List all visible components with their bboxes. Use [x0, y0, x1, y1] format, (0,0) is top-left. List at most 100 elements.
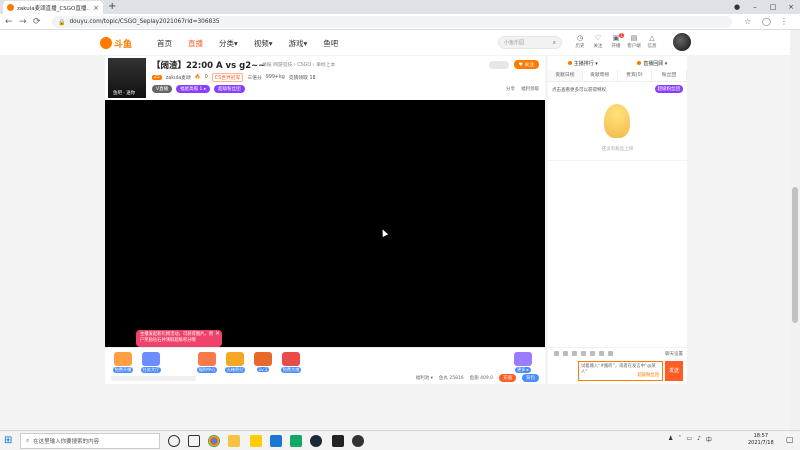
app-icon[interactable]	[250, 435, 262, 447]
rank-badge[interactable]: CS世界冠军	[211, 73, 244, 82]
ime-icon[interactable]: 中	[706, 435, 712, 444]
app-icon[interactable]	[332, 435, 344, 447]
message-icon[interactable]	[563, 351, 568, 356]
anchor-avatar[interactable]: 鱼吧 · 送你	[108, 58, 146, 98]
follow-list-button[interactable]: ♡ 关注	[591, 34, 605, 49]
fans-icon[interactable]	[590, 351, 595, 356]
image-icon[interactable]	[581, 351, 586, 356]
obs-icon[interactable]	[352, 435, 364, 447]
app-icon[interactable]	[270, 435, 282, 447]
welfare-pool[interactable]: 福利池 ▾	[416, 375, 433, 381]
emoji-icon[interactable]	[554, 351, 559, 356]
popup-close-icon[interactable]: ×	[215, 331, 220, 337]
forward-button[interactable]: →	[19, 16, 27, 28]
gift-item[interactable]: 更多 ▸	[509, 352, 537, 373]
chat-settings[interactable]: 聊天设置	[665, 351, 687, 357]
notify-toggle[interactable]	[488, 60, 509, 69]
backpack-button[interactable]: 背包	[522, 373, 539, 382]
welfare-link[interactable]: 福利领取	[521, 86, 539, 92]
url-text[interactable]: douyu.com/topic/CSGO_Seplay2021067rid=30…	[69, 19, 219, 25]
badge-icon[interactable]	[599, 351, 604, 356]
chat-input[interactable]: 试着输入“#搬砖”，或者在发言中“@某人” 超级粉丝团	[578, 361, 663, 381]
bookmark-star-icon[interactable]: ☆	[744, 16, 751, 28]
lucky-pill[interactable]: 福星高照 1 ▸	[176, 85, 211, 93]
v-live-pill[interactable]: V直播	[152, 85, 173, 93]
reload-button[interactable]: ⟳	[33, 16, 41, 28]
clock-time: 18:57	[753, 433, 769, 439]
anchor-rank-dropdown[interactable]: 主播排行 ▾	[567, 60, 598, 67]
gift-item[interactable]: 天梯积分	[221, 352, 249, 373]
taskbar-search[interactable]: ⌕ 在这里输入你要搜索的内容	[20, 433, 160, 449]
nav-home[interactable]: 首页	[157, 38, 172, 49]
douyu-logo[interactable]: 斗鱼	[100, 36, 132, 50]
gift-item[interactable]: 任务大厅	[137, 352, 165, 373]
tab-daily-rank[interactable]: 贡献日榜	[548, 70, 583, 81]
nav-video[interactable]: 视频▾	[254, 38, 273, 49]
profile-icon[interactable]: ◯	[762, 16, 771, 28]
maximize-button[interactable]: □	[764, 0, 782, 14]
more-icon[interactable]	[608, 351, 613, 356]
page-scrollbar[interactable]	[790, 30, 800, 430]
wechat-icon[interactable]	[290, 435, 302, 447]
minimize-button[interactable]: –	[746, 0, 764, 14]
volume-icon[interactable]: ♪	[697, 435, 701, 444]
up-arrow-icon[interactable]: ˄	[678, 435, 681, 444]
address-bar[interactable]: 🔒 douyu.com/topic/CSGO_Seplay2021067rid=…	[52, 16, 732, 28]
history-button[interactable]: ◷ 历史	[573, 34, 587, 49]
super-fans-pill[interactable]: 超级粉丝团	[214, 85, 245, 93]
live-review-dropdown[interactable]: 直播回顾 ▾	[637, 60, 667, 67]
activity-popup[interactable]: 主播发起新礼物活动，可获得图片。用户奖励钻石并领取超级积分哦 ×	[136, 330, 222, 347]
tab-weekly-rank[interactable]: 贡献周榜	[583, 70, 618, 81]
gift-item[interactable]: 福利中心	[193, 352, 221, 373]
send-button[interactable]: 发送	[665, 361, 683, 381]
scrollbar-thumb[interactable]	[792, 187, 798, 323]
gift-icon	[282, 352, 300, 366]
windows-start-icon[interactable]: ⊞	[4, 435, 12, 447]
search-icon[interactable]: ⌕	[553, 39, 556, 47]
messages-button[interactable]: △ 信息	[645, 34, 659, 49]
gift-item[interactable]: 免费大炮	[277, 352, 305, 373]
super-fans-button[interactable]: 超级粉丝团	[654, 85, 683, 93]
tab-close-icon[interactable]: ×	[93, 4, 99, 12]
taskbar-clock[interactable]: 18:57 2021/7/18	[748, 433, 774, 447]
chat-super-fans-link[interactable]: 超级粉丝团	[638, 373, 659, 379]
nav-category[interactable]: 分类▾	[219, 38, 238, 49]
browser-menu-icon[interactable]: ⋮	[780, 16, 788, 28]
chat-list[interactable]	[548, 161, 687, 347]
stat-quiz[interactable]: 竞猜领取 18	[289, 74, 316, 81]
cortana-icon[interactable]	[168, 435, 180, 447]
file-explorer-icon[interactable]	[228, 435, 240, 447]
recharge-button[interactable]: 充值	[499, 373, 516, 382]
video-player[interactable]	[105, 100, 545, 347]
close-window-button[interactable]: ×	[782, 0, 800, 14]
site-search-input[interactable]: 小鱼乐园 ⌕	[498, 36, 562, 49]
room-category[interactable]: 举报 网游竞技 › CSGO › 单标上本	[262, 61, 335, 68]
notification-icon[interactable]: ▢	[786, 435, 794, 444]
user-avatar[interactable]	[673, 33, 691, 51]
gift-icon[interactable]	[572, 351, 577, 356]
nav-fishbar[interactable]: 鱼吧	[323, 38, 338, 49]
network-icon[interactable]: ▭	[686, 435, 692, 444]
anchor-meta: 25 zakula麦颂 🔥 0 CS世界冠军 三倍分 999+kg 竞猜领取 1…	[152, 73, 316, 82]
tab-vip[interactable]: 贵宾(0)	[618, 70, 653, 81]
follow-button[interactable]: ♥ 关注	[513, 60, 539, 69]
account-icon[interactable]: ●	[728, 0, 746, 14]
chrome-icon[interactable]	[208, 435, 220, 447]
nav-games[interactable]: 游戏▾	[289, 38, 308, 49]
client-button[interactable]: ▤ 客户端	[627, 34, 641, 49]
start-stream-button[interactable]: ▣ 开播 1	[609, 33, 624, 49]
gift-item[interactable]: 免费开播	[109, 352, 137, 373]
task-view-icon[interactable]	[188, 435, 200, 447]
people-icon[interactable]: ♟	[668, 435, 673, 444]
anchor-name[interactable]: zakula麦颂	[166, 74, 191, 81]
tab-fan-club[interactable]: 粉丝团	[652, 70, 687, 81]
logo-text: 斗鱼	[114, 39, 133, 50]
share-link[interactable]: 分享	[506, 86, 515, 92]
heart-icon: ♡	[594, 34, 602, 42]
gift-item[interactable]: 1v.1	[249, 352, 277, 372]
steam-icon[interactable]	[310, 435, 322, 447]
new-tab-button[interactable]: +	[108, 1, 116, 13]
back-button[interactable]: ←	[5, 16, 13, 28]
browser-tab[interactable]: zakula麦颂直播_CSGO直播... ×	[3, 1, 103, 14]
nav-live[interactable]: 直播	[188, 38, 203, 49]
